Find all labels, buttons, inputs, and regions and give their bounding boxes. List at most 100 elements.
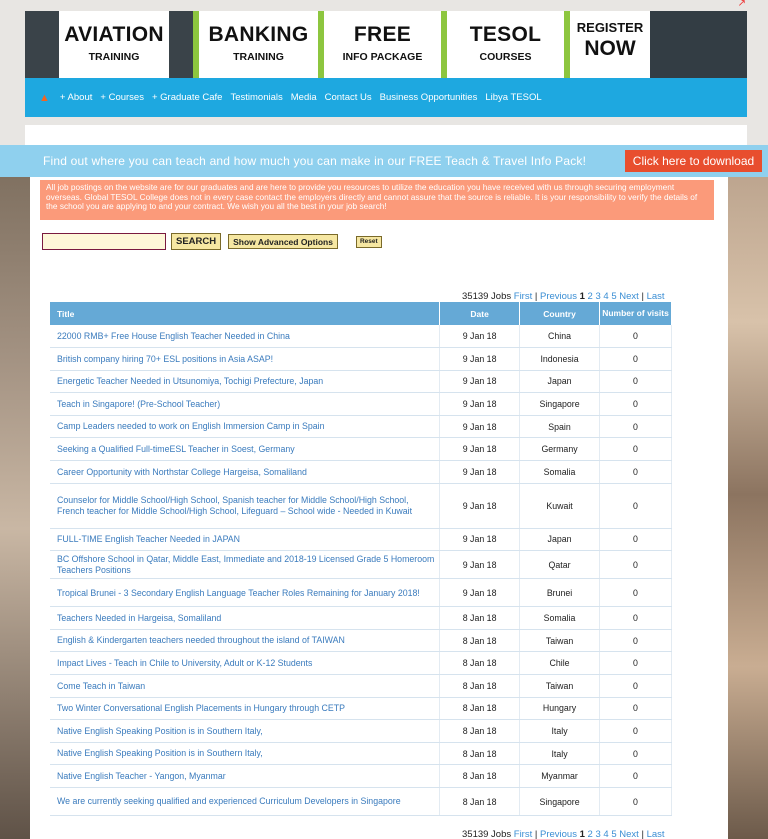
- pager-previous[interactable]: Previous: [540, 291, 577, 302]
- header-spacer-strip: [25, 125, 747, 145]
- job-country: Japan: [519, 528, 601, 552]
- job-country: Italy: [519, 742, 601, 766]
- nav-item-business-opportunities[interactable]: Business Opportunities: [380, 92, 478, 103]
- job-title-link[interactable]: Seeking a Qualified Full-timeESL Teacher…: [50, 437, 441, 462]
- job-title-link[interactable]: Energetic Teacher Needed in Utsunomiya, …: [50, 370, 441, 394]
- job-date: 8 Jan 18: [439, 719, 521, 743]
- promo-banner: Find out where you can teach and how muc…: [0, 145, 768, 177]
- pager-page[interactable]: 2: [588, 829, 593, 839]
- table-row: Come Teach in Taiwan 8 Jan 18 Taiwan 0: [50, 674, 672, 698]
- job-title-link[interactable]: Teach in Singapore! (Pre-School Teacher): [50, 392, 441, 416]
- pager-last[interactable]: Last: [647, 829, 665, 839]
- nav-item-graduate-cafe[interactable]: + Graduate Cafe: [152, 92, 223, 103]
- job-title-link[interactable]: Two Winter Conversational English Placem…: [50, 697, 441, 721]
- tile-subtitle: INFO PACKAGE: [342, 51, 423, 63]
- nav-item-contact-us[interactable]: Contact Us: [325, 92, 372, 103]
- column-header-visits: Number of visits: [599, 302, 672, 325]
- job-title-link[interactable]: Career Opportunity with Northstar Colleg…: [50, 460, 441, 484]
- job-title-link[interactable]: Native English Speaking Position is in S…: [50, 742, 441, 766]
- job-title-link[interactable]: Native English Teacher - Yangon, Myanmar: [50, 764, 441, 788]
- job-country: China: [519, 325, 601, 349]
- pager-next[interactable]: Next: [619, 829, 639, 839]
- job-visits: 0: [599, 483, 672, 529]
- job-country: Taiwan: [519, 674, 601, 698]
- search-button[interactable]: SEARCH: [171, 233, 222, 250]
- pager-page[interactable]: 4: [603, 291, 608, 302]
- main-nav: ▲ + About + Courses + Graduate Cafe Test…: [25, 78, 747, 117]
- table-row: Two Winter Conversational English Placem…: [50, 697, 672, 721]
- job-title-link[interactable]: British company hiring 70+ ESL positions…: [50, 347, 441, 371]
- table-row: Teach in Singapore! (Pre-School Teacher)…: [50, 392, 672, 416]
- background-photo-right: [728, 150, 768, 839]
- job-title-link[interactable]: BC Offshore School in Qatar, Middle East…: [50, 550, 441, 580]
- aviation-training-tile[interactable]: AVIATION TRAINING: [59, 11, 169, 78]
- table-row: Tropical Brunei - 3 Secondary English La…: [50, 578, 672, 608]
- job-title-link[interactable]: Impact Lives - Teach in Chile to Univers…: [50, 651, 441, 676]
- job-date: 8 Jan 18: [439, 629, 521, 653]
- table-row: English & Kindergarten teachers needed t…: [50, 629, 672, 653]
- pager-page[interactable]: 5: [611, 829, 616, 839]
- job-date: 9 Jan 18: [439, 370, 521, 394]
- job-date: 9 Jan 18: [439, 325, 521, 349]
- job-country: Hungary: [519, 697, 601, 721]
- job-title-link[interactable]: FULL-TIME English Teacher Needed in JAPA…: [50, 528, 441, 552]
- job-country: Singapore: [519, 787, 601, 816]
- register-now-tile[interactable]: REGISTER NOW: [564, 11, 650, 78]
- job-title-link[interactable]: English & Kindergarten teachers needed t…: [50, 629, 441, 653]
- job-country: Kuwait: [519, 483, 601, 529]
- tile-subtitle: COURSES: [479, 51, 532, 63]
- download-button[interactable]: Click here to download: [625, 150, 762, 172]
- pager-page[interactable]: 2: [588, 291, 593, 302]
- job-title-link[interactable]: Tropical Brunei - 3 Secondary English La…: [50, 578, 441, 608]
- reset-button[interactable]: Reset: [355, 235, 382, 248]
- pager-last[interactable]: Last: [647, 291, 665, 302]
- pagination-top: 35139 Jobs First | Previous 1 2 3 4 5 Ne…: [462, 291, 665, 302]
- table-row: BC Offshore School in Qatar, Middle East…: [50, 550, 672, 580]
- pager-page[interactable]: 4: [603, 829, 608, 839]
- tile-title: TESOL: [469, 23, 542, 46]
- table-row: We are currently seeking qualified and e…: [50, 787, 672, 816]
- tesol-courses-tile[interactable]: TESOL COURSES: [441, 11, 564, 78]
- job-visits: 0: [599, 651, 672, 676]
- job-visits: 0: [599, 460, 672, 484]
- job-title-link[interactable]: Native English Speaking Position is in S…: [50, 719, 441, 743]
- job-title-link[interactable]: Counselor for Middle School/High School,…: [50, 483, 441, 529]
- nav-item-libya-tesol[interactable]: Libya TESOL: [485, 92, 541, 103]
- job-title-link[interactable]: Come Teach in Taiwan: [50, 674, 441, 698]
- job-title-link[interactable]: Camp Leaders needed to work on English I…: [50, 415, 441, 439]
- job-date: 9 Jan 18: [439, 415, 521, 439]
- job-visits: 0: [599, 697, 672, 721]
- banking-training-tile[interactable]: BANKING TRAINING: [193, 11, 318, 78]
- job-date: 8 Jan 18: [439, 742, 521, 766]
- free-info-package-tile[interactable]: FREE INFO PACKAGE: [318, 11, 441, 78]
- job-title-link[interactable]: We are currently seeking qualified and e…: [50, 787, 441, 816]
- pager-first[interactable]: First: [514, 829, 532, 839]
- job-visits: 0: [599, 550, 672, 580]
- home-icon[interactable]: ▲: [39, 92, 50, 104]
- nav-item-testimonials[interactable]: Testimonials: [230, 92, 282, 103]
- job-visits: 0: [599, 415, 672, 439]
- advanced-options-button[interactable]: Show Advanced Options: [228, 234, 338, 249]
- nav-item-media[interactable]: Media: [291, 92, 317, 103]
- pager-previous[interactable]: Previous: [540, 829, 577, 839]
- job-date: 9 Jan 18: [439, 460, 521, 484]
- pager-next[interactable]: Next: [619, 291, 639, 302]
- pager-page[interactable]: 5: [611, 291, 616, 302]
- search-input[interactable]: [42, 233, 166, 250]
- job-country: Germany: [519, 437, 601, 462]
- job-title-link[interactable]: 22000 RMB+ Free House English Teacher Ne…: [50, 325, 441, 349]
- table-row: British company hiring 70+ ESL positions…: [50, 347, 672, 371]
- job-date: 8 Jan 18: [439, 651, 521, 676]
- header-left-block: [25, 11, 59, 78]
- pagination-bottom: 35139 Jobs First | Previous 1 2 3 4 5 Ne…: [462, 829, 665, 839]
- corner-arrow-icon: ↗: [737, 0, 746, 9]
- job-country: Somalia: [519, 606, 601, 630]
- nav-item-courses[interactable]: + Courses: [100, 92, 144, 103]
- job-title-link[interactable]: Teachers Needed in Hargeisa, Somaliland: [50, 606, 441, 630]
- pager-first[interactable]: First: [514, 291, 532, 302]
- pager-page[interactable]: 3: [595, 291, 600, 302]
- nav-item-about[interactable]: + About: [60, 92, 93, 103]
- job-country: Italy: [519, 719, 601, 743]
- job-date: 8 Jan 18: [439, 606, 521, 630]
- pager-page[interactable]: 3: [595, 829, 600, 839]
